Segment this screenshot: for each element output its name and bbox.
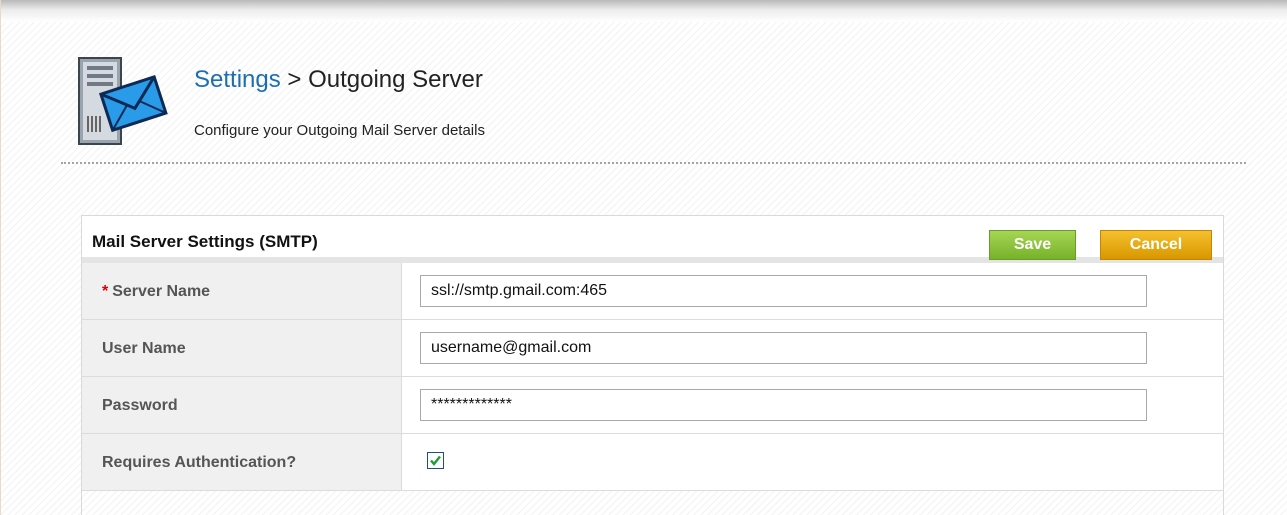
password-input[interactable] [420, 389, 1147, 421]
requires-auth-row: Requires Authentication? [82, 434, 1223, 491]
page-subtitle: Configure your Outgoing Mail Server deta… [194, 122, 485, 139]
server-name-label: * Server Name [102, 283, 211, 300]
user-name-label: User Name [102, 340, 186, 357]
mail-server-icon [73, 56, 169, 152]
breadcrumb-settings-link[interactable]: Settings [194, 66, 281, 93]
panel-header: Mail Server Settings (SMTP) Save Cancel [82, 216, 1223, 263]
top-bar [1, 0, 1287, 22]
required-marker: * [102, 283, 109, 300]
save-button[interactable]: Save [989, 230, 1076, 260]
smtp-settings-panel: Mail Server Settings (SMTP) Save Cancel … [81, 215, 1224, 515]
requires-auth-checkbox[interactable] [427, 452, 444, 469]
page: Settings > Outgoing Server Configure you… [0, 0, 1287, 515]
cancel-button[interactable]: Cancel [1100, 230, 1212, 260]
panel-title: Mail Server Settings (SMTP) [92, 232, 318, 251]
breadcrumb-separator: > [287, 66, 302, 93]
breadcrumb-current: Outgoing Server [308, 66, 483, 93]
server-name-input[interactable] [420, 275, 1147, 307]
server-name-row: * Server Name [82, 263, 1223, 320]
requires-auth-label: Requires Authentication? [102, 454, 297, 471]
page-title: Settings > Outgoing Server [194, 66, 483, 94]
password-label: Password [102, 397, 178, 414]
divider [61, 162, 1246, 164]
user-name-row: User Name [82, 320, 1223, 377]
user-name-input[interactable] [420, 332, 1147, 364]
password-row: Password [82, 377, 1223, 434]
checkmark-icon [430, 455, 441, 466]
